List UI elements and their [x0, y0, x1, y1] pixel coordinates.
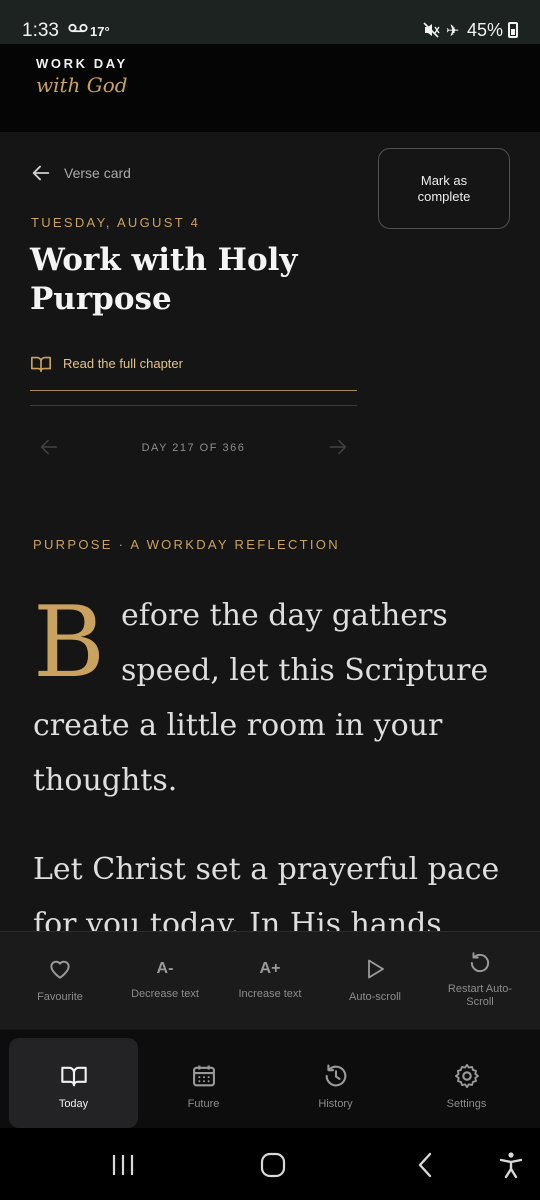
- read-chapter-link[interactable]: Read the full chapter: [30, 350, 357, 391]
- decrease-text-button[interactable]: A- Decrease text: [111, 932, 219, 1030]
- favourite-button[interactable]: Favourite: [6, 932, 114, 1030]
- restart-auto-scroll-label: Restart Auto-Scroll: [447, 983, 513, 1008]
- home-button[interactable]: [258, 1150, 288, 1180]
- reader-toolbar: Favourite A- Decrease text A+ Increase t…: [0, 931, 540, 1029]
- mark-complete-button[interactable]: Mark as complete: [378, 148, 510, 229]
- book-icon: [60, 1066, 87, 1087]
- read-chapter-label: Read the full chapter: [63, 356, 183, 371]
- restart-icon: [466, 949, 494, 977]
- page-title: Work with Holy Purpose: [30, 242, 298, 317]
- accessibility-icon: [499, 1152, 523, 1179]
- recent-apps-button[interactable]: [108, 1150, 138, 1180]
- back-chevron-icon: [418, 1152, 432, 1178]
- voicemail-icon: [68, 23, 88, 33]
- date-label: TUESDAY, AUGUST 4: [31, 215, 201, 230]
- nav-today-label: Today: [58, 1098, 89, 1110]
- nav-future[interactable]: Future: [139, 1038, 268, 1128]
- calendar-icon: [192, 1065, 215, 1087]
- bottom-navigation: Today Future History Settings: [0, 1030, 540, 1128]
- decrease-text-icon: A-: [156, 960, 174, 977]
- airplane-mode-icon: ✈: [446, 23, 460, 40]
- status-time: 1:33: [22, 20, 59, 41]
- status-bar: 1:33 17° ✈ 45%: [0, 0, 540, 44]
- accessibility-button[interactable]: [496, 1150, 526, 1180]
- status-temperature: 17°: [90, 24, 110, 39]
- restart-auto-scroll-button[interactable]: Restart Auto-Scroll: [426, 932, 534, 1030]
- increase-text-label: Increase text: [238, 988, 302, 1000]
- brand-title: WORK DAY: [36, 56, 128, 71]
- auto-scroll-label: Auto-scroll: [349, 991, 401, 1003]
- mute-icon: [423, 22, 440, 38]
- brand-subtitle: with God: [36, 73, 128, 97]
- recent-apps-icon: [112, 1155, 134, 1175]
- nav-history[interactable]: History: [271, 1038, 400, 1128]
- paragraph: Let Christ set a prayerful pace for you …: [33, 852, 500, 931]
- back-button[interactable]: [410, 1150, 440, 1180]
- divider: [30, 405, 357, 406]
- system-navigation-bar: [0, 1128, 540, 1200]
- decrease-text-label: Decrease text: [131, 988, 199, 1000]
- battery-icon: [508, 22, 518, 38]
- day-counter: DAY 217 OF 366: [141, 442, 246, 454]
- auto-scroll-button[interactable]: Auto-scroll: [321, 932, 429, 1030]
- next-day-icon[interactable]: [327, 436, 349, 458]
- history-icon: [325, 1064, 346, 1087]
- paragraph: Before the day gathers speed, let this S…: [33, 588, 503, 808]
- play-icon: [361, 955, 389, 983]
- day-navigator: DAY 217 OF 366: [30, 434, 357, 462]
- nav-history-label: History: [318, 1098, 353, 1110]
- nav-settings-label: Settings: [446, 1098, 487, 1110]
- increase-text-button[interactable]: A+ Increase text: [216, 932, 324, 1030]
- increase-text-icon: A+: [259, 960, 281, 977]
- section-eyebrow: PURPOSE · A WORKDAY REFLECTION: [33, 537, 340, 552]
- back-label: Verse card: [64, 165, 131, 181]
- gear-icon: [454, 1063, 479, 1089]
- nav-future-label: Future: [187, 1098, 220, 1110]
- reflection-text: Before the day gathers speed, let this S…: [33, 588, 503, 931]
- favourite-label: Favourite: [37, 991, 83, 1003]
- arrow-left-icon: [32, 165, 50, 181]
- battery-percent: 45%: [467, 20, 504, 40]
- nav-today[interactable]: Today: [9, 1038, 138, 1128]
- app-header: WORK DAY with God: [0, 44, 540, 132]
- back-to-verse-card[interactable]: Verse card: [30, 162, 131, 184]
- nav-settings[interactable]: Settings: [402, 1038, 531, 1128]
- drop-cap: B: [33, 588, 106, 700]
- open-book-icon: [31, 356, 51, 373]
- heart-icon: [46, 955, 74, 983]
- home-icon: [260, 1152, 286, 1178]
